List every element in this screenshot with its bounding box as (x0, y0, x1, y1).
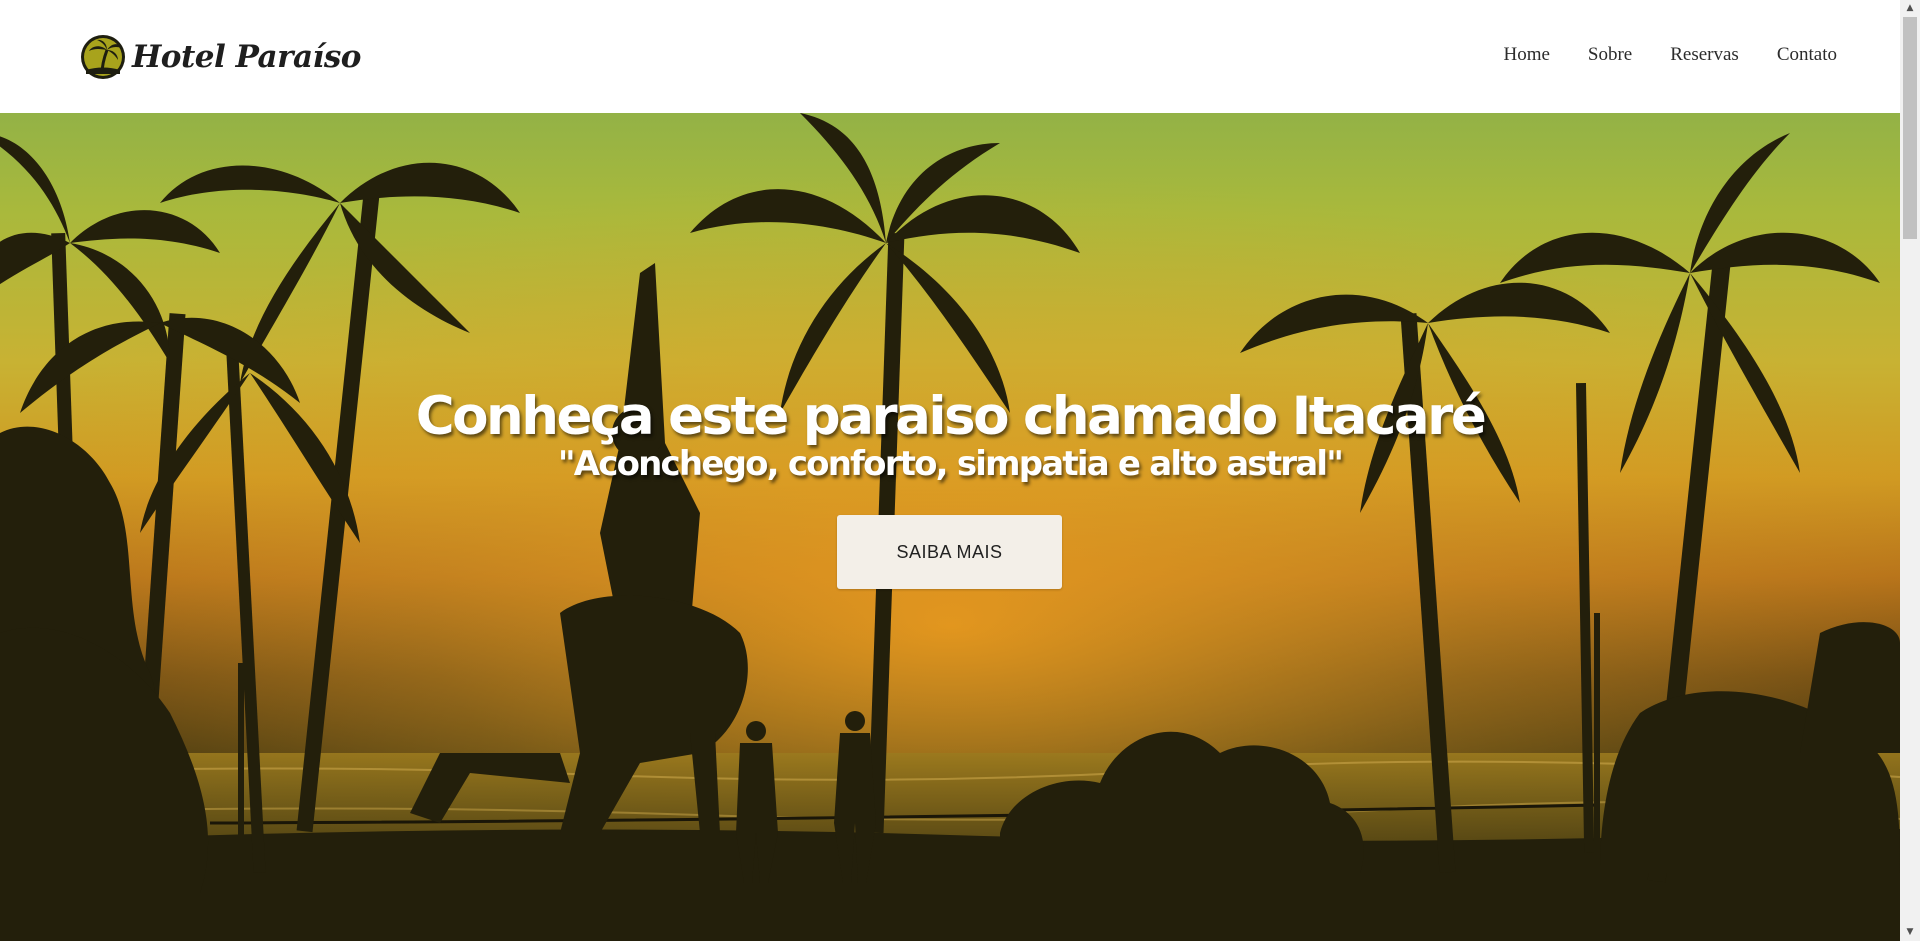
saiba-mais-button[interactable]: SAIBA MAIS (837, 515, 1062, 589)
hero-banner: Conheça este paraiso chamado Itacaré "Ac… (0, 113, 1900, 941)
brand-logo[interactable]: Hotel Paraíso (80, 34, 361, 80)
nav-sobre-link[interactable]: Sobre (1588, 44, 1632, 66)
hero-title: Conheça este paraiso chamado Itacaré (415, 385, 1487, 447)
page-scrollbar[interactable]: ▲ ▼ (1900, 0, 1920, 941)
nav-contato-link[interactable]: Contato (1777, 44, 1837, 66)
brand-name: Hotel Paraíso (132, 39, 361, 75)
nav-reservas-link[interactable]: Reservas (1670, 44, 1739, 66)
main-nav: Home Sobre Reservas Contato (1503, 44, 1837, 66)
palm-tree-badge-icon (81, 35, 125, 79)
scrollbar-thumb[interactable] (1903, 17, 1917, 239)
site-header: Hotel Paraíso Home Sobre Reservas Contat… (0, 0, 1900, 113)
nav-home-link[interactable]: Home (1503, 44, 1549, 66)
scroll-down-arrow-icon[interactable]: ▼ (1900, 924, 1920, 941)
page: Hotel Paraíso Home Sobre Reservas Contat… (0, 0, 1900, 941)
scroll-up-arrow-icon[interactable]: ▲ (1900, 0, 1920, 17)
hero-subtitle: "Aconchego, conforto, simpatia e alto as… (557, 444, 1344, 484)
